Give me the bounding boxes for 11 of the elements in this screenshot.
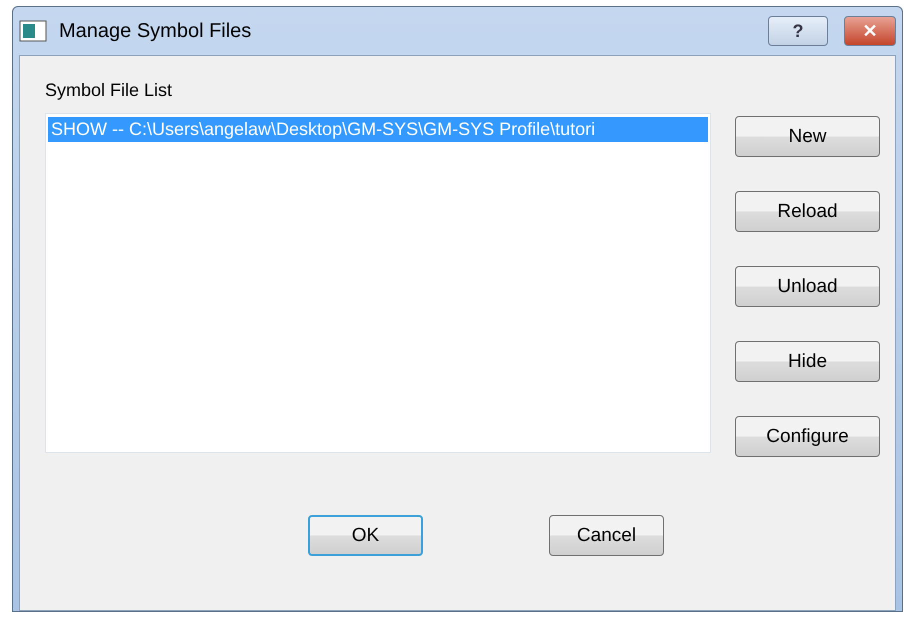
action-button[interactable]: Reload	[735, 191, 880, 232]
action-button[interactable]: Unload	[735, 266, 880, 307]
help-button[interactable]: ?	[768, 16, 828, 46]
dialog-button[interactable]: Cancel	[549, 515, 664, 556]
action-button[interactable]: Configure	[735, 416, 880, 457]
action-button[interactable]: Hide	[735, 341, 880, 382]
app-icon	[19, 19, 47, 43]
list-label: Symbol File List	[45, 80, 174, 101]
action-button[interactable]: New	[735, 116, 880, 157]
dialog-button[interactable]: OK	[308, 515, 423, 556]
window-title: Manage Symbol Files	[59, 20, 252, 42]
